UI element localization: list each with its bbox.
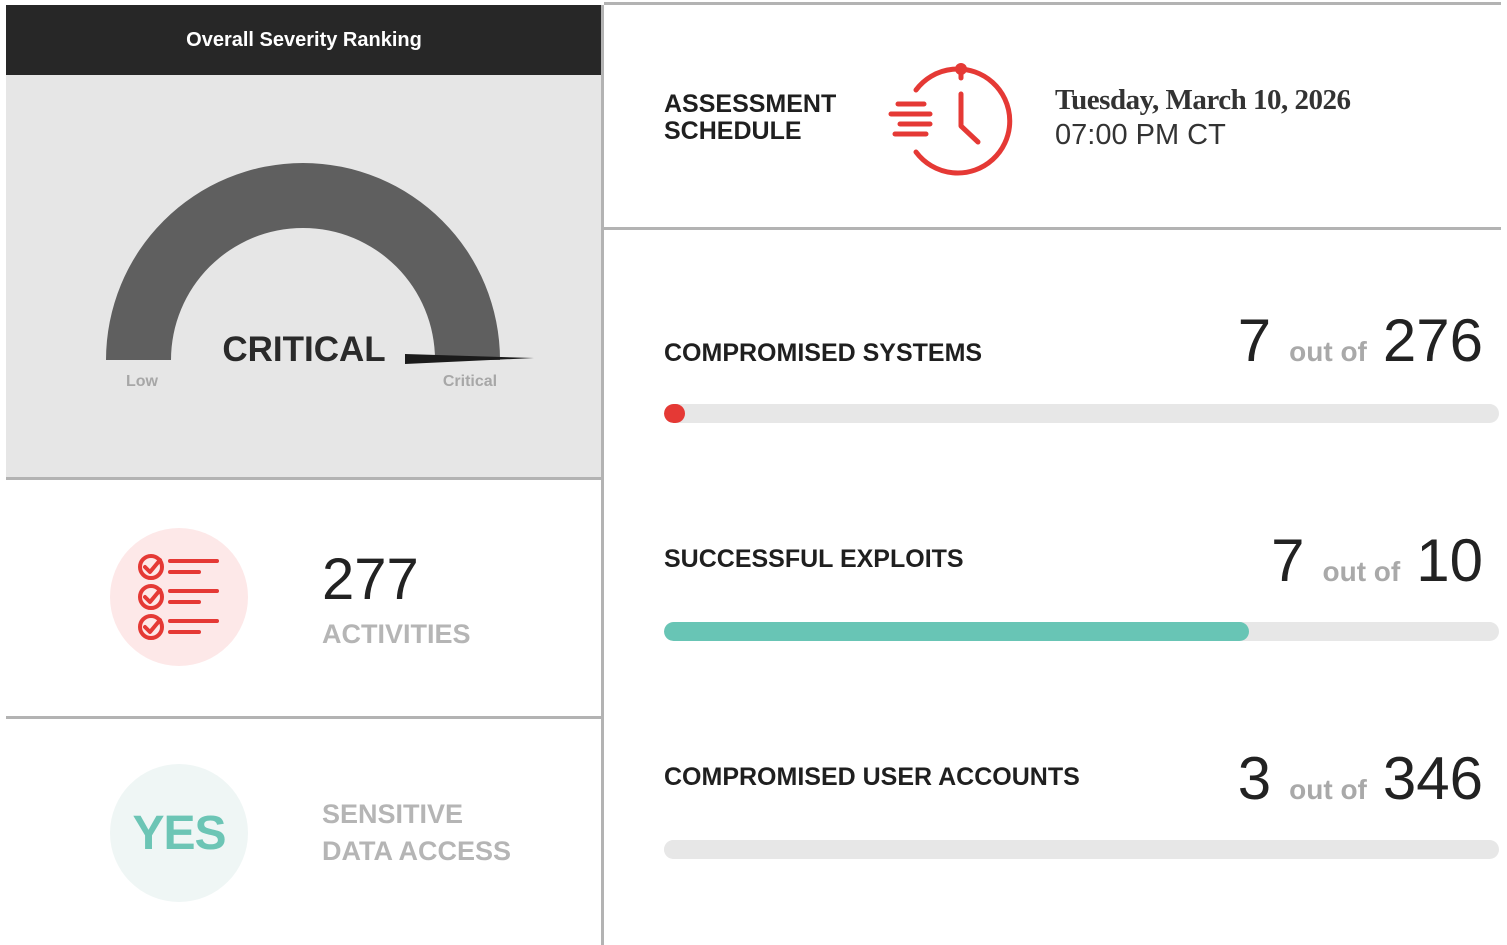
metric-of-text: out of bbox=[1289, 336, 1367, 367]
severity-card: Overall Severity Ranking CRITICAL Low Cr… bbox=[6, 5, 602, 477]
metric-total: 276 bbox=[1382, 307, 1483, 374]
progress-fill bbox=[664, 404, 686, 423]
progress-compromised-systems bbox=[664, 404, 1499, 423]
severity-header: Overall Severity Ranking bbox=[6, 5, 602, 75]
metric-count-compromised-systems: 7 out of 276 bbox=[1238, 306, 1483, 375]
divider-left-1 bbox=[6, 477, 602, 480]
severity-gauge: CRITICAL Low Critical bbox=[106, 163, 534, 390]
divider-right-1 bbox=[604, 227, 1501, 230]
metric-of-text: out of bbox=[1322, 556, 1401, 587]
sensitive-data-circle: YES bbox=[110, 764, 248, 902]
metric-of-text: out of bbox=[1289, 774, 1367, 805]
stopwatch-icon bbox=[888, 63, 1013, 176]
metric-value: 7 bbox=[1237, 307, 1272, 374]
schedule-title-line2: SCHEDULE bbox=[664, 117, 802, 145]
divider-vertical bbox=[601, 5, 604, 945]
schedule-time: 07:00 PM CT bbox=[1055, 119, 1226, 151]
metric-label-compromised-user-accounts: COMPROMISED USER ACCOUNTS bbox=[664, 763, 1080, 791]
activities-icon-circle bbox=[110, 528, 248, 666]
divider-left-2 bbox=[6, 716, 602, 719]
metric-total: 10 bbox=[1416, 527, 1483, 594]
gauge-max-label: Critical bbox=[443, 373, 497, 390]
metric-value: 3 bbox=[1237, 745, 1272, 812]
schedule-date: Tuesday, March 10, 2026 bbox=[1055, 84, 1351, 116]
gauge-min-label: Low bbox=[126, 373, 159, 390]
sensitive-data-label-line2: DATA ACCESS bbox=[322, 836, 511, 866]
metric-value: 7 bbox=[1271, 527, 1305, 594]
metric-count-compromised-user-accounts: 3 out of 346 bbox=[1238, 744, 1483, 813]
progress-fill bbox=[664, 622, 1249, 641]
divider-top bbox=[604, 2, 1501, 5]
metric-label-successful-exploits: SUCCESSFUL EXPLOITS bbox=[664, 545, 964, 573]
metric-total: 346 bbox=[1382, 745, 1483, 812]
sensitive-data-value: YES bbox=[132, 806, 226, 860]
gauge-level-label: CRITICAL bbox=[222, 330, 385, 369]
activities-label: ACTIVITIES bbox=[322, 619, 471, 649]
metric-label-compromised-systems: COMPROMISED SYSTEMS bbox=[664, 339, 983, 367]
metric-count-successful-exploits: 7 out of 10 bbox=[1271, 526, 1483, 595]
progress-compromised-user-accounts bbox=[664, 840, 1499, 859]
progress-fill bbox=[664, 840, 685, 859]
checklist-icon bbox=[138, 554, 219, 640]
schedule-title: ASSESSMENT SCHEDULE bbox=[664, 91, 836, 145]
activities-count: 277 bbox=[322, 547, 419, 612]
schedule-title-line1: ASSESSMENT bbox=[664, 90, 837, 118]
progress-successful-exploits bbox=[664, 622, 1499, 641]
